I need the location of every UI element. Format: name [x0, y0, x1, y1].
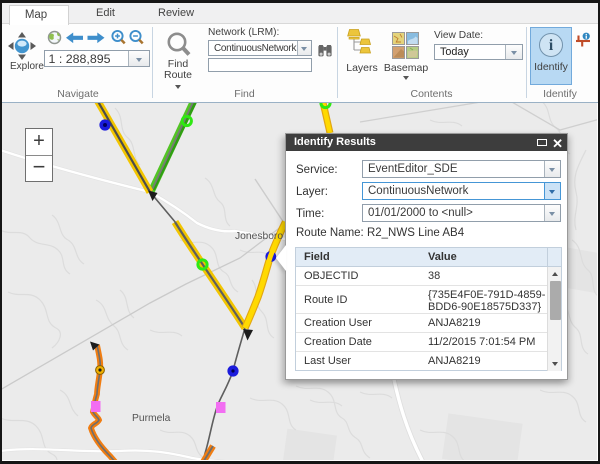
svg-text:i: i	[549, 37, 554, 54]
